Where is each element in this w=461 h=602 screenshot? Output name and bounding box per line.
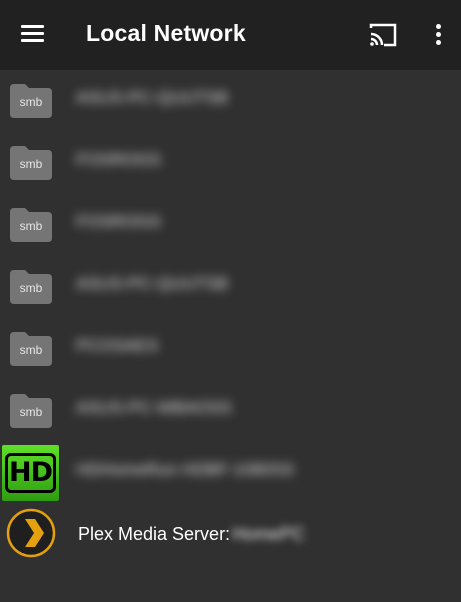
- item-label: PCOSAES: [76, 336, 159, 355]
- item-label: ASUS-PC-WBAOSS: [76, 398, 232, 417]
- hd-icon: HD: [2, 445, 59, 501]
- list-item[interactable]: smb ASUS-PC-QUUTSB: [0, 256, 461, 318]
- network-list: smb ASUS-PC-QUUTSB smb FOSROGS smb FOSRO…: [0, 70, 461, 566]
- item-label: HDHomeRun HDBF-1080SS: [76, 460, 295, 479]
- smb-badge: smb: [19, 281, 43, 295]
- list-item[interactable]: smb ASUS-PC-QUUTSB: [0, 70, 461, 132]
- more-vert-icon[interactable]: [430, 22, 446, 48]
- list-item[interactable]: smb FOSROGS: [0, 194, 461, 256]
- hd-icon-text: HD: [5, 453, 56, 493]
- list-item[interactable]: smb PCOSAES: [0, 318, 461, 380]
- smb-folder-icon: smb: [10, 392, 52, 428]
- item-label: ASUS-PC-QUUTSB: [76, 274, 229, 293]
- page-title: Local Network: [86, 20, 246, 46]
- smb-badge: smb: [19, 219, 43, 233]
- menu-icon[interactable]: [20, 23, 46, 47]
- cast-icon[interactable]: [368, 22, 398, 48]
- item-label: FOSROGS: [76, 150, 162, 169]
- list-item[interactable]: smb FOSROGS: [0, 132, 461, 194]
- app-bar: Local Network: [0, 0, 461, 70]
- smb-badge: smb: [19, 343, 43, 357]
- plex-label-text: Plex Media Server:: [78, 524, 231, 544]
- plex-label: Plex Media Server: HomePC: [78, 524, 305, 545]
- item-label: ASUS-PC-QUUTSB: [76, 88, 229, 107]
- smb-badge: smb: [19, 405, 43, 419]
- plex-icon: [6, 508, 56, 558]
- smb-folder-icon: smb: [10, 144, 52, 180]
- smb-badge: smb: [19, 95, 43, 109]
- smb-badge: smb: [19, 157, 43, 171]
- item-label: FOSROGS: [76, 212, 162, 231]
- list-item-hdhomerun[interactable]: HD HDHomeRun HDBF-1080SS: [0, 442, 461, 504]
- smb-folder-icon: smb: [10, 268, 52, 304]
- smb-folder-icon: smb: [10, 82, 52, 118]
- list-item-plex[interactable]: Plex Media Server: HomePC: [0, 504, 461, 566]
- smb-folder-icon: smb: [10, 206, 52, 242]
- list-item[interactable]: smb ASUS-PC-WBAOSS: [0, 380, 461, 442]
- plex-host: HomePC: [232, 524, 306, 544]
- smb-folder-icon: smb: [10, 330, 52, 366]
